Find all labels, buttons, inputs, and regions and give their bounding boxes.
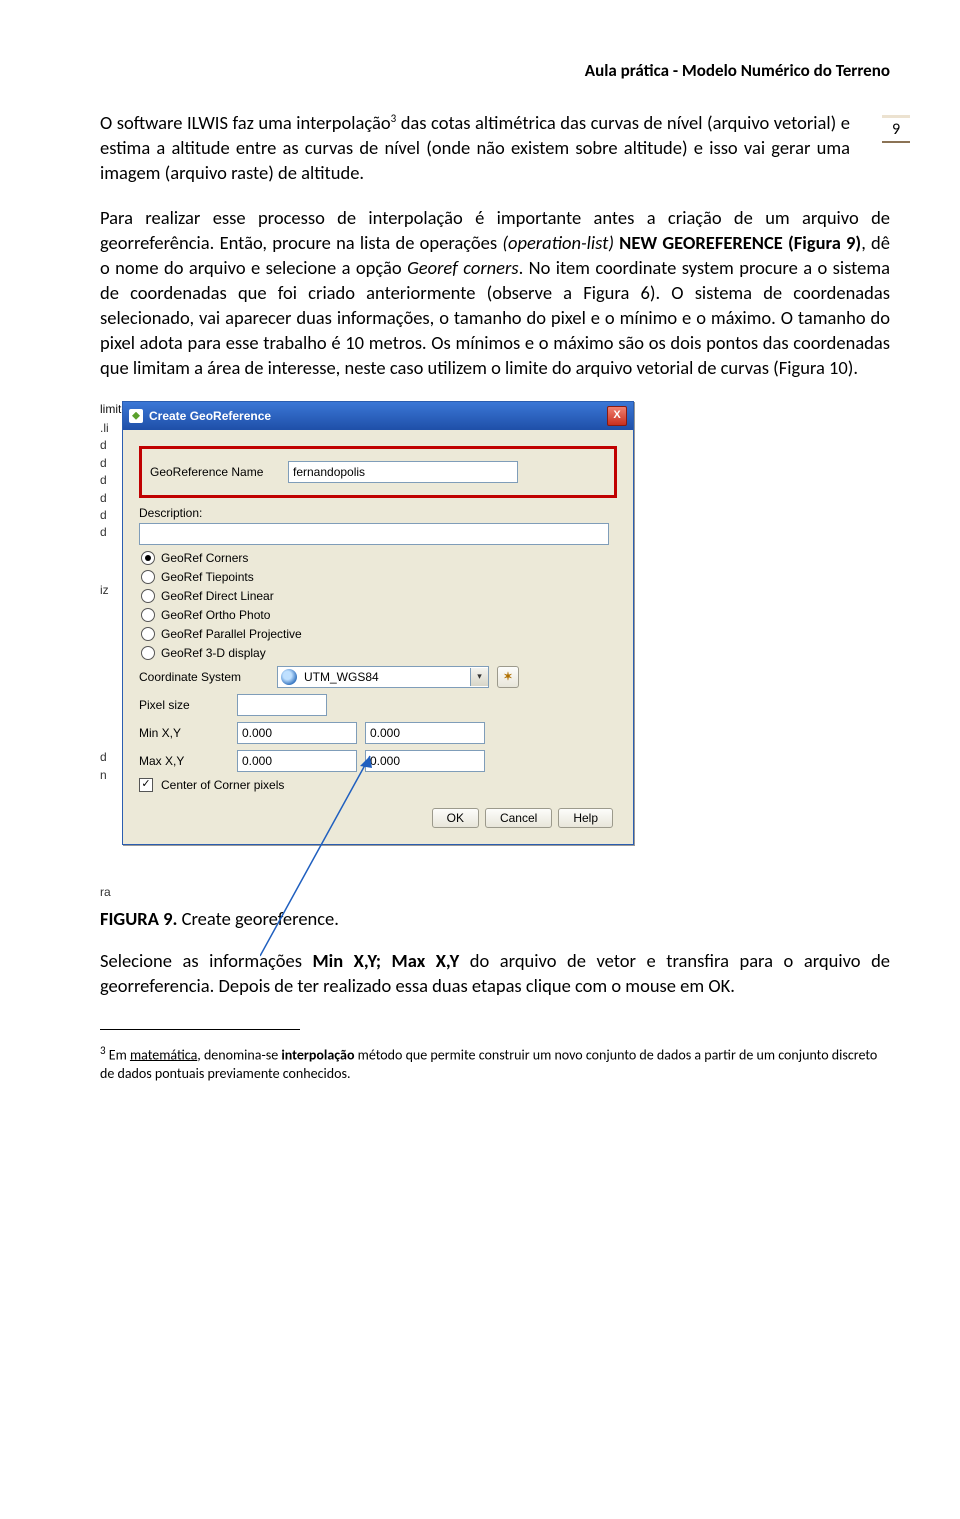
radio-georef-3d-display[interactable]: GeoRef 3-D display xyxy=(141,646,617,660)
radio-icon xyxy=(141,570,155,584)
page-number: 9 xyxy=(882,115,910,143)
text-italic: (operation-list) xyxy=(502,231,614,254)
page-header: Aula prática - Modelo Numérico do Terren… xyxy=(100,60,890,81)
bg-text: d xyxy=(100,437,122,454)
georef-name-label: GeoReference Name xyxy=(150,465,280,479)
text-underline: matemática xyxy=(130,1046,197,1063)
radio-label: GeoRef 3-D display xyxy=(161,646,266,660)
maxx-input[interactable] xyxy=(237,750,357,772)
radio-label: GeoRef Corners xyxy=(161,551,248,565)
chevron-down-icon: ▾ xyxy=(470,668,488,686)
text: Selecione as informações xyxy=(100,949,312,972)
dialog-titlebar[interactable]: Create GeoReference X xyxy=(123,402,633,430)
close-icon[interactable]: X xyxy=(607,406,627,426)
bg-text: d xyxy=(100,524,122,541)
text-italic: Georef corners xyxy=(407,256,518,279)
app-icon xyxy=(129,409,143,423)
bg-text: d xyxy=(100,455,122,472)
bg-text: .li xyxy=(100,420,122,437)
radio-icon xyxy=(141,608,155,622)
cancel-button[interactable]: Cancel xyxy=(485,808,552,828)
radio-georef-tiepoints[interactable]: GeoRef Tiepoints xyxy=(141,570,617,584)
bg-text: d xyxy=(100,472,122,489)
maxxy-label: Max X,Y xyxy=(139,754,229,768)
minx-input[interactable] xyxy=(237,722,357,744)
bg-text: iz xyxy=(100,582,122,599)
radio-icon xyxy=(141,646,155,660)
create-coord-button[interactable]: ✶ xyxy=(497,666,519,688)
bg-text: d xyxy=(100,749,122,766)
document-page: Aula prática - Modelo Numérico do Terren… xyxy=(0,0,960,1138)
coord-system-value: UTM_WGS84 xyxy=(300,670,470,684)
bg-text: d xyxy=(100,507,122,524)
bg-text: d xyxy=(100,490,122,507)
ok-button[interactable]: OK xyxy=(432,808,479,828)
radio-icon xyxy=(141,551,155,565)
figure-9-caption: FIGURA 9. Create georeference. xyxy=(100,907,890,930)
miny-input[interactable] xyxy=(365,722,485,744)
create-georeference-dialog: Create GeoReference X GeoReference Name … xyxy=(122,401,634,845)
text: , denomina-se xyxy=(197,1046,281,1063)
radio-label: GeoRef Ortho Photo xyxy=(161,608,270,622)
maxy-input[interactable] xyxy=(365,750,485,772)
georef-name-input[interactable] xyxy=(288,461,518,483)
radio-label: GeoRef Direct Linear xyxy=(161,589,274,603)
radio-label: GeoRef Parallel Projective xyxy=(161,627,302,641)
center-corner-checkbox[interactable]: ✓ Center of Corner pixels xyxy=(139,778,617,792)
paragraph-2: Para realizar esse processo de interpola… xyxy=(100,206,890,381)
dialog-title: Create GeoReference xyxy=(149,409,271,423)
checkbox-label: Center of Corner pixels xyxy=(161,778,284,792)
text: Em xyxy=(106,1046,130,1063)
paragraph-1: O software ILWIS faz uma interpolação3 d… xyxy=(100,111,890,186)
figure-9: limite flowdirection .li d d d d d d iz … xyxy=(100,401,890,902)
caption-label: FIGURA 9. xyxy=(100,907,177,930)
radio-icon xyxy=(141,589,155,603)
radio-georef-corners[interactable]: GeoRef Corners xyxy=(141,551,617,565)
radio-georef-direct-linear[interactable]: GeoRef Direct Linear xyxy=(141,589,617,603)
caption-text: Create georeference. xyxy=(177,907,339,930)
description-input[interactable] xyxy=(139,523,609,545)
radio-georef-parallel-projective[interactable]: GeoRef Parallel Projective xyxy=(141,627,617,641)
globe-icon xyxy=(281,669,297,685)
radio-georef-ortho-photo[interactable]: GeoRef Ortho Photo xyxy=(141,608,617,622)
checkbox-icon: ✓ xyxy=(139,778,153,792)
coord-system-label: Coordinate System xyxy=(139,670,269,684)
help-button[interactable]: Help xyxy=(558,808,613,828)
pixel-size-input[interactable] xyxy=(237,694,327,716)
footnote-3: 3 Em matemática, denomina-se interpolaçã… xyxy=(100,1044,890,1084)
background-list-fragment: limite flowdirection .li d d d d d d iz … xyxy=(100,401,122,902)
bg-text: n xyxy=(100,767,122,784)
minxy-label: Min X,Y xyxy=(139,726,229,740)
description-label: Description: xyxy=(139,506,269,520)
text-bold: Min X,Y; Max X,Y xyxy=(312,949,459,972)
radio-icon xyxy=(141,627,155,641)
highlight-name: GeoReference Name xyxy=(139,446,617,498)
paragraph-3: Selecione as informações Min X,Y; Max X,… xyxy=(100,949,890,999)
footnote-separator xyxy=(100,1029,300,1030)
text-bold: interpolação xyxy=(281,1046,354,1063)
radio-label: GeoRef Tiepoints xyxy=(161,570,254,584)
text-bold: NEW GEOREFERENCE (Figura 9) xyxy=(614,231,861,254)
text: O software ILWIS faz uma interpolação xyxy=(100,111,391,134)
pixel-size-label: Pixel size xyxy=(139,698,229,712)
coord-system-dropdown[interactable]: UTM_WGS84 ▾ xyxy=(277,666,489,688)
bg-text: ra xyxy=(100,884,122,901)
